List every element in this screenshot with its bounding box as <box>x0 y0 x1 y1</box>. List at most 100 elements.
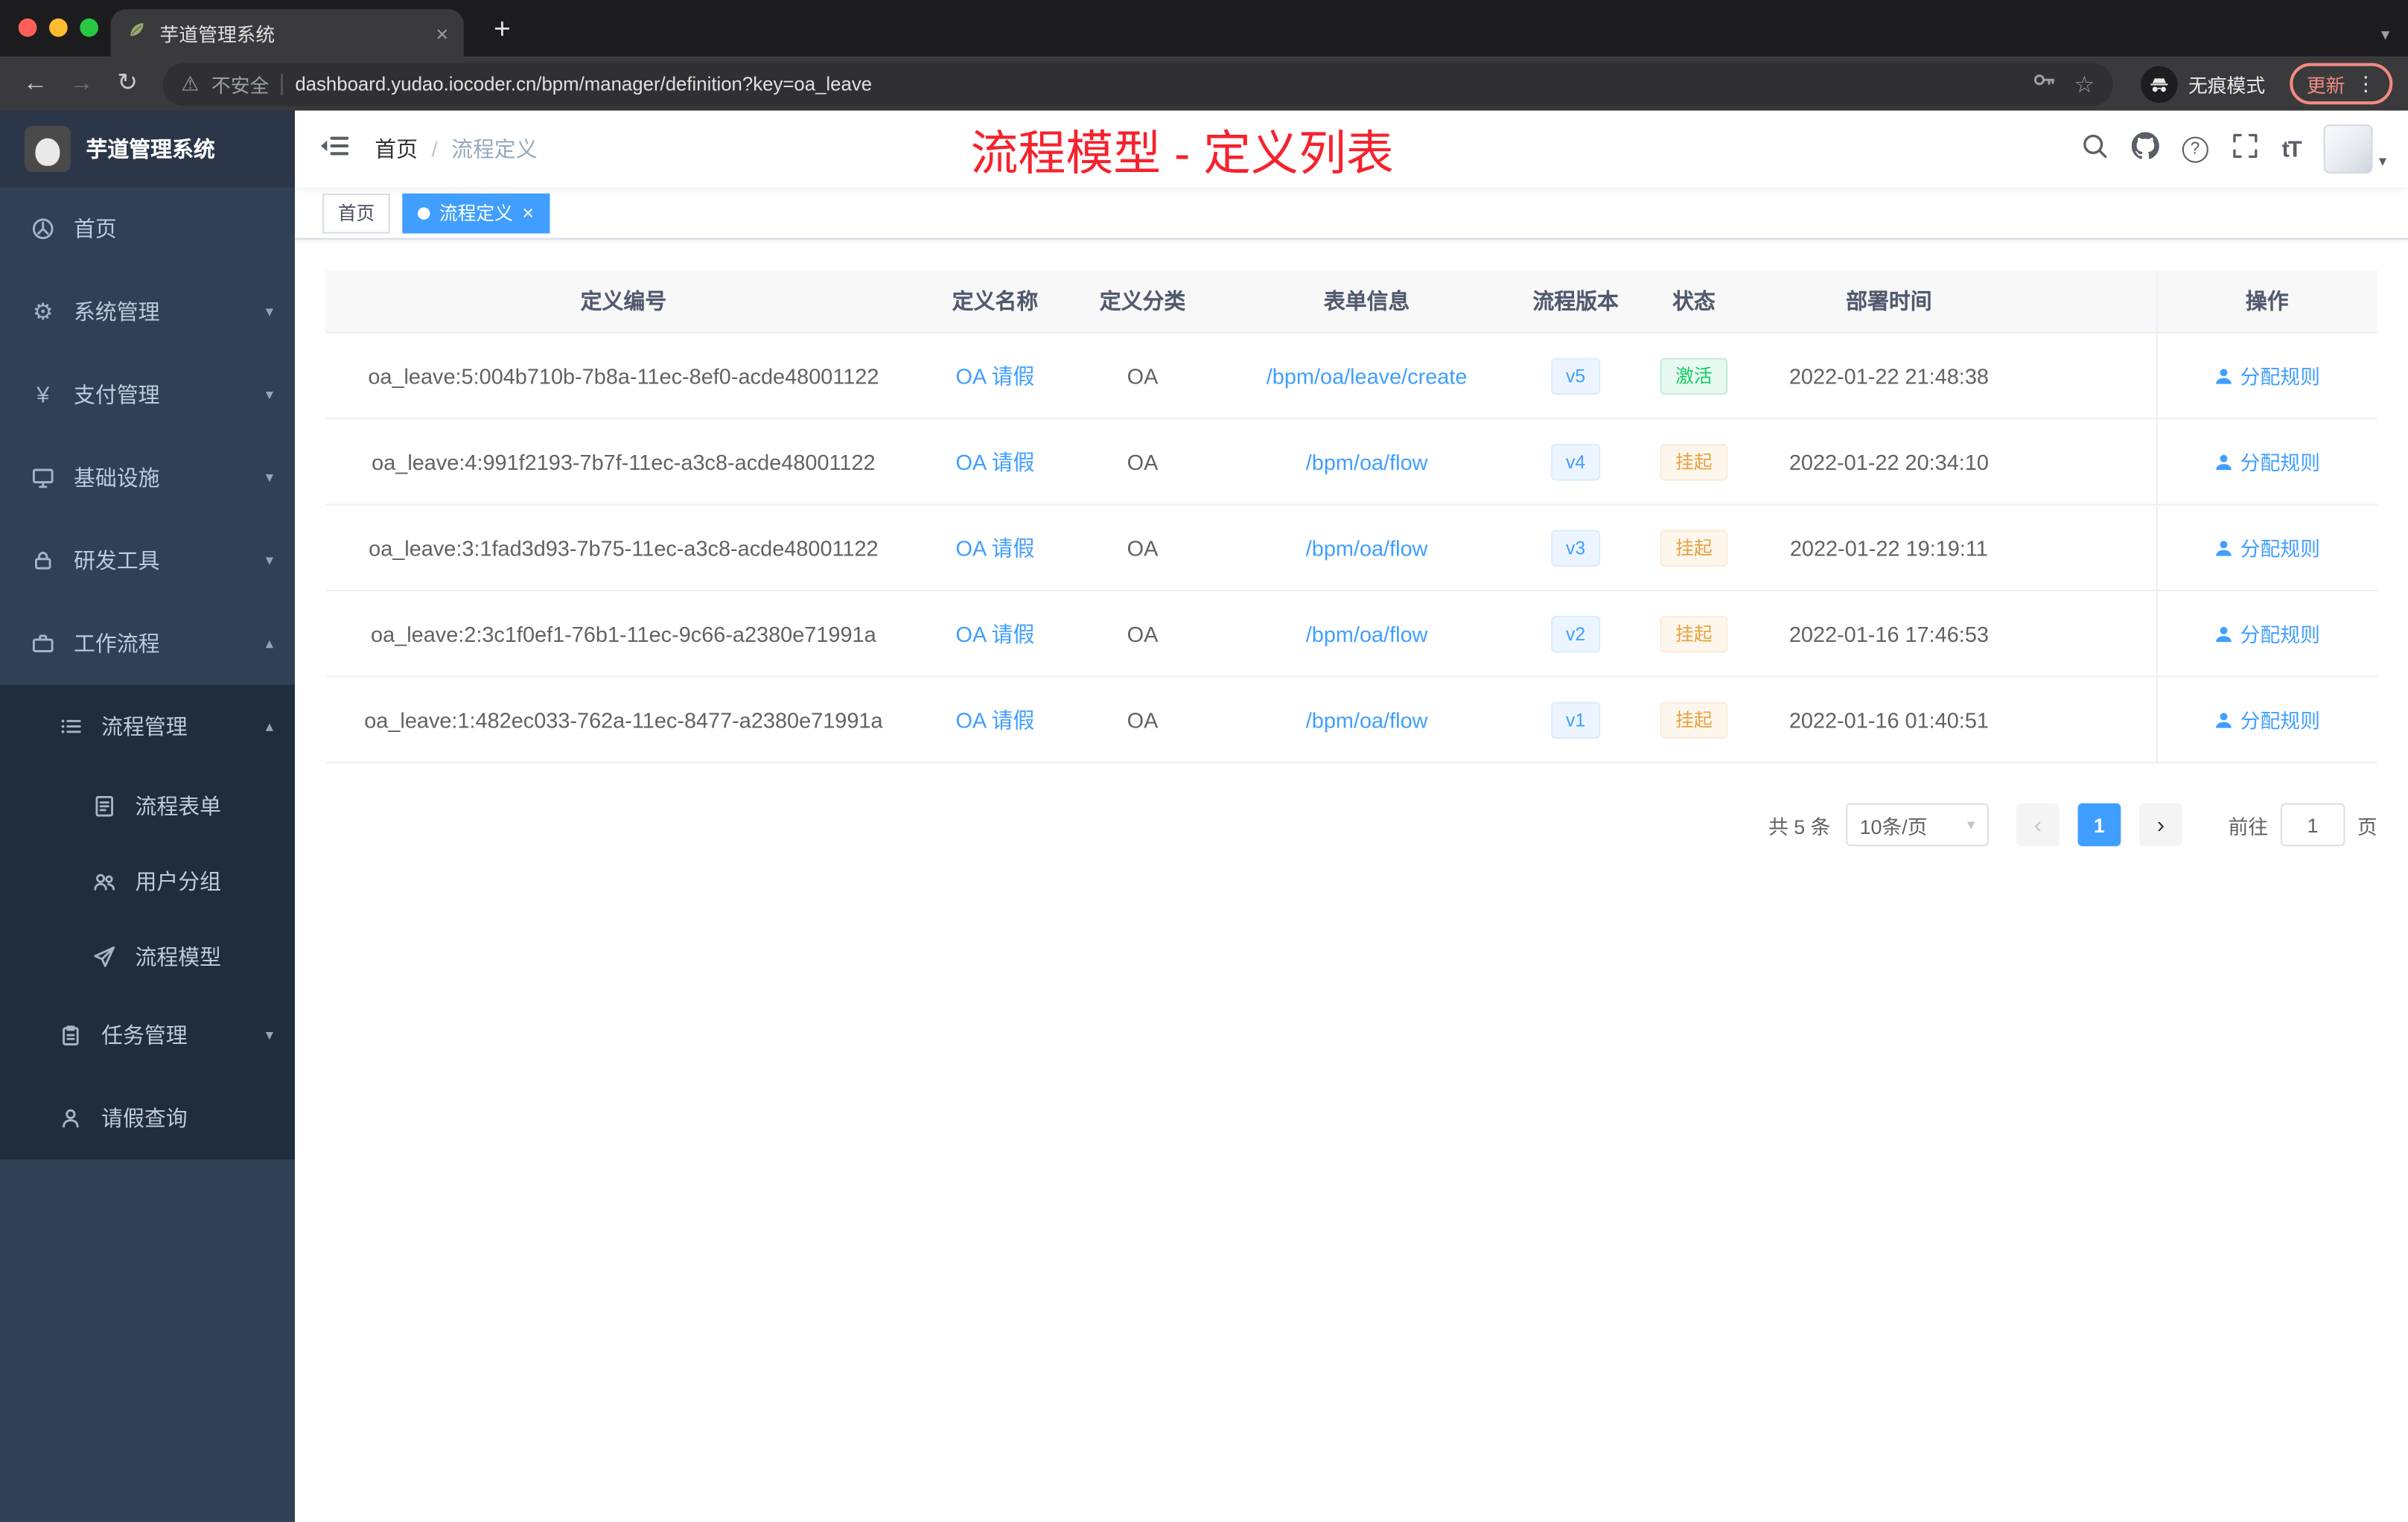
sidebar-item-payment[interactable]: ¥ 支付管理 ▾ <box>0 353 295 436</box>
cell-definition-id: oa_leave:1:482ec033-762a-11ec-8477-a2380… <box>325 676 922 764</box>
sidebar-item-label: 请假查询 <box>101 1106 188 1130</box>
sidebar-item-process-form[interactable]: 流程表单 <box>0 768 295 843</box>
new-tab-button[interactable]: + <box>484 13 521 50</box>
tag-close-icon[interactable]: × <box>522 203 534 223</box>
cell-definition-id: oa_leave:4:991f2193-7b7f-11ec-a3c8-acde4… <box>325 418 922 506</box>
incognito-label: 无痕模式 <box>2188 75 2266 97</box>
update-label[interactable]: 更新 <box>2307 69 2345 98</box>
list-icon <box>58 714 83 739</box>
browser-menu-icon[interactable]: ⋮ <box>2356 74 2376 94</box>
user-icon <box>2215 712 2232 727</box>
minimize-window-button[interactable] <box>49 18 68 37</box>
back-icon[interactable]: ← <box>16 71 56 96</box>
cell-category: OA <box>1068 676 1217 764</box>
chevron-down-icon: ▾ <box>265 1026 274 1044</box>
user-group-icon <box>92 868 117 893</box>
assign-rule-link[interactable]: 分配规则 <box>2214 361 2320 390</box>
page-content: 定义编号 定义名称 定义分类 表单信息 流程版本 状态 部署时间 操作 oa_l… <box>295 240 2408 1522</box>
sidebar-item-process-management[interactable]: 流程管理 ▴ <box>0 685 295 768</box>
paper-plane-icon <box>92 943 117 968</box>
reload-icon[interactable]: ↻ <box>107 71 147 96</box>
hamburger-icon[interactable] <box>319 130 350 168</box>
font-size-icon[interactable]: tT <box>2281 136 2302 162</box>
tag-home[interactable]: 首页 <box>322 192 390 233</box>
briefcase-icon <box>31 631 55 656</box>
sidebar-item-label: 研发工具 <box>74 548 160 573</box>
chevron-up-icon: ▴ <box>265 634 274 652</box>
assign-rule-link[interactable]: 分配规则 <box>2214 533 2320 562</box>
form-icon <box>92 793 117 818</box>
update-button[interactable]: 更新 ⋮ <box>2290 63 2393 105</box>
assign-rule-link[interactable]: 分配规则 <box>2214 619 2320 648</box>
col-process-version: 流程版本 <box>1517 270 1634 334</box>
password-key-icon[interactable] <box>2031 68 2056 100</box>
logo-avatar <box>25 126 71 172</box>
tab-close-icon[interactable]: × <box>436 22 448 44</box>
form-info-link[interactable]: /bpm/oa/flow <box>1306 621 1428 646</box>
address-bar[interactable]: ⚠ 不安全 dashboard.yudao.iocoder.cn/bpm/man… <box>162 62 2113 106</box>
help-icon[interactable]: ? <box>2182 136 2208 162</box>
definition-name-link[interactable]: OA 请假 <box>956 707 1035 732</box>
definition-name-link[interactable]: OA 请假 <box>956 621 1035 646</box>
user-menu[interactable]: ▾ <box>2323 124 2387 174</box>
security-label[interactable]: 不安全 <box>211 69 269 98</box>
goto-page-input[interactable] <box>2280 803 2345 847</box>
sidebar-item-user-group[interactable]: 用户分组 <box>0 843 295 918</box>
goto-label: 前往 <box>2228 815 2269 838</box>
tab-strip: 芋道管理系统 × + ▾ <box>0 0 2408 57</box>
next-page-button[interactable]: › <box>2138 803 2182 847</box>
close-window-button[interactable] <box>18 18 37 37</box>
status-badge: 挂起 <box>1660 529 1728 567</box>
fullscreen-icon[interactable] <box>2231 131 2258 166</box>
cell-spacer <box>2024 676 2156 764</box>
form-info-link[interactable]: /bpm/oa/flow <box>1306 707 1428 732</box>
table-row: oa_leave:4:991f2193-7b7f-11ec-a3c8-acde4… <box>325 418 2377 506</box>
tab-search-icon[interactable]: ▾ <box>2381 25 2389 45</box>
sidebar-item-home[interactable]: 首页 <box>0 188 295 270</box>
definition-name-link[interactable]: OA 请假 <box>956 535 1035 560</box>
sidebar-item-system[interactable]: ⚙ 系统管理 ▾ <box>0 270 295 353</box>
cell-category: OA <box>1068 504 1217 592</box>
user-icon <box>2215 368 2232 383</box>
breadcrumb-home[interactable]: 首页 <box>375 133 418 164</box>
tag-process-definition[interactable]: 流程定义 × <box>402 192 550 233</box>
col-deploy-time: 部署时间 <box>1754 270 2025 334</box>
status-badge: 挂起 <box>1660 615 1728 652</box>
cell-deploy-time: 2022-01-16 17:46:53 <box>1754 590 2025 678</box>
tab-title: 芋道管理系统 <box>159 25 275 46</box>
form-info-link[interactable]: /bpm/oa/flow <box>1306 449 1428 474</box>
bookmark-star-icon[interactable]: ☆ <box>2074 70 2095 98</box>
sidebar-logo[interactable]: 芋道管理系统 <box>0 110 295 188</box>
forward-icon[interactable]: → <box>62 71 102 96</box>
cell-category: OA <box>1068 418 1217 506</box>
browser-tab[interactable]: 芋道管理系统 × <box>110 9 464 57</box>
avatar-caret-icon: ▾ <box>2378 153 2387 171</box>
form-info-link[interactable]: /bpm/oa/flow <box>1306 535 1428 560</box>
sidebar-item-devtools[interactable]: 研发工具 ▾ <box>0 519 295 602</box>
avatar[interactable] <box>2323 124 2373 174</box>
version-badge: v3 <box>1550 529 1601 567</box>
sidebar-item-process-model[interactable]: 流程模型 <box>0 918 295 993</box>
sidebar-item-label: 用户分组 <box>135 868 222 894</box>
definition-name-link[interactable]: OA 请假 <box>956 363 1035 388</box>
traffic-lights <box>18 18 98 37</box>
search-icon[interactable] <box>2080 131 2108 166</box>
sidebar-item-leave-query[interactable]: 请假查询 <box>0 1077 295 1159</box>
col-status: 状态 <box>1634 270 1754 334</box>
table-row: oa_leave:1:482ec033-762a-11ec-8477-a2380… <box>325 676 2377 764</box>
sidebar-item-workflow[interactable]: 工作流程 ▴ <box>0 602 295 685</box>
sidebar-item-infrastructure[interactable]: 基础设施 ▾ <box>0 436 295 519</box>
form-info-link[interactable]: /bpm/oa/leave/create <box>1267 363 1468 388</box>
prev-page-button[interactable]: ‹ <box>2016 803 2060 847</box>
page-number-1[interactable]: 1 <box>2077 803 2121 847</box>
zoom-window-button[interactable] <box>80 18 98 37</box>
url-text[interactable]: dashboard.yudao.iocoder.cn/bpm/manager/d… <box>295 73 2019 95</box>
definition-name-link[interactable]: OA 请假 <box>956 449 1035 474</box>
assign-rule-link[interactable]: 分配规则 <box>2214 447 2320 476</box>
sidebar-item-task-management[interactable]: 任务管理 ▾ <box>0 993 295 1076</box>
github-icon[interactable] <box>2131 131 2159 166</box>
pagination: 共 5 条 10条/页 ▾ ‹ 1 › 前往 页 <box>325 803 2377 847</box>
page-size-select[interactable]: 10条/页 ▾ <box>1846 803 1989 847</box>
status-badge: 挂起 <box>1660 443 1728 480</box>
assign-rule-link[interactable]: 分配规则 <box>2214 705 2320 734</box>
